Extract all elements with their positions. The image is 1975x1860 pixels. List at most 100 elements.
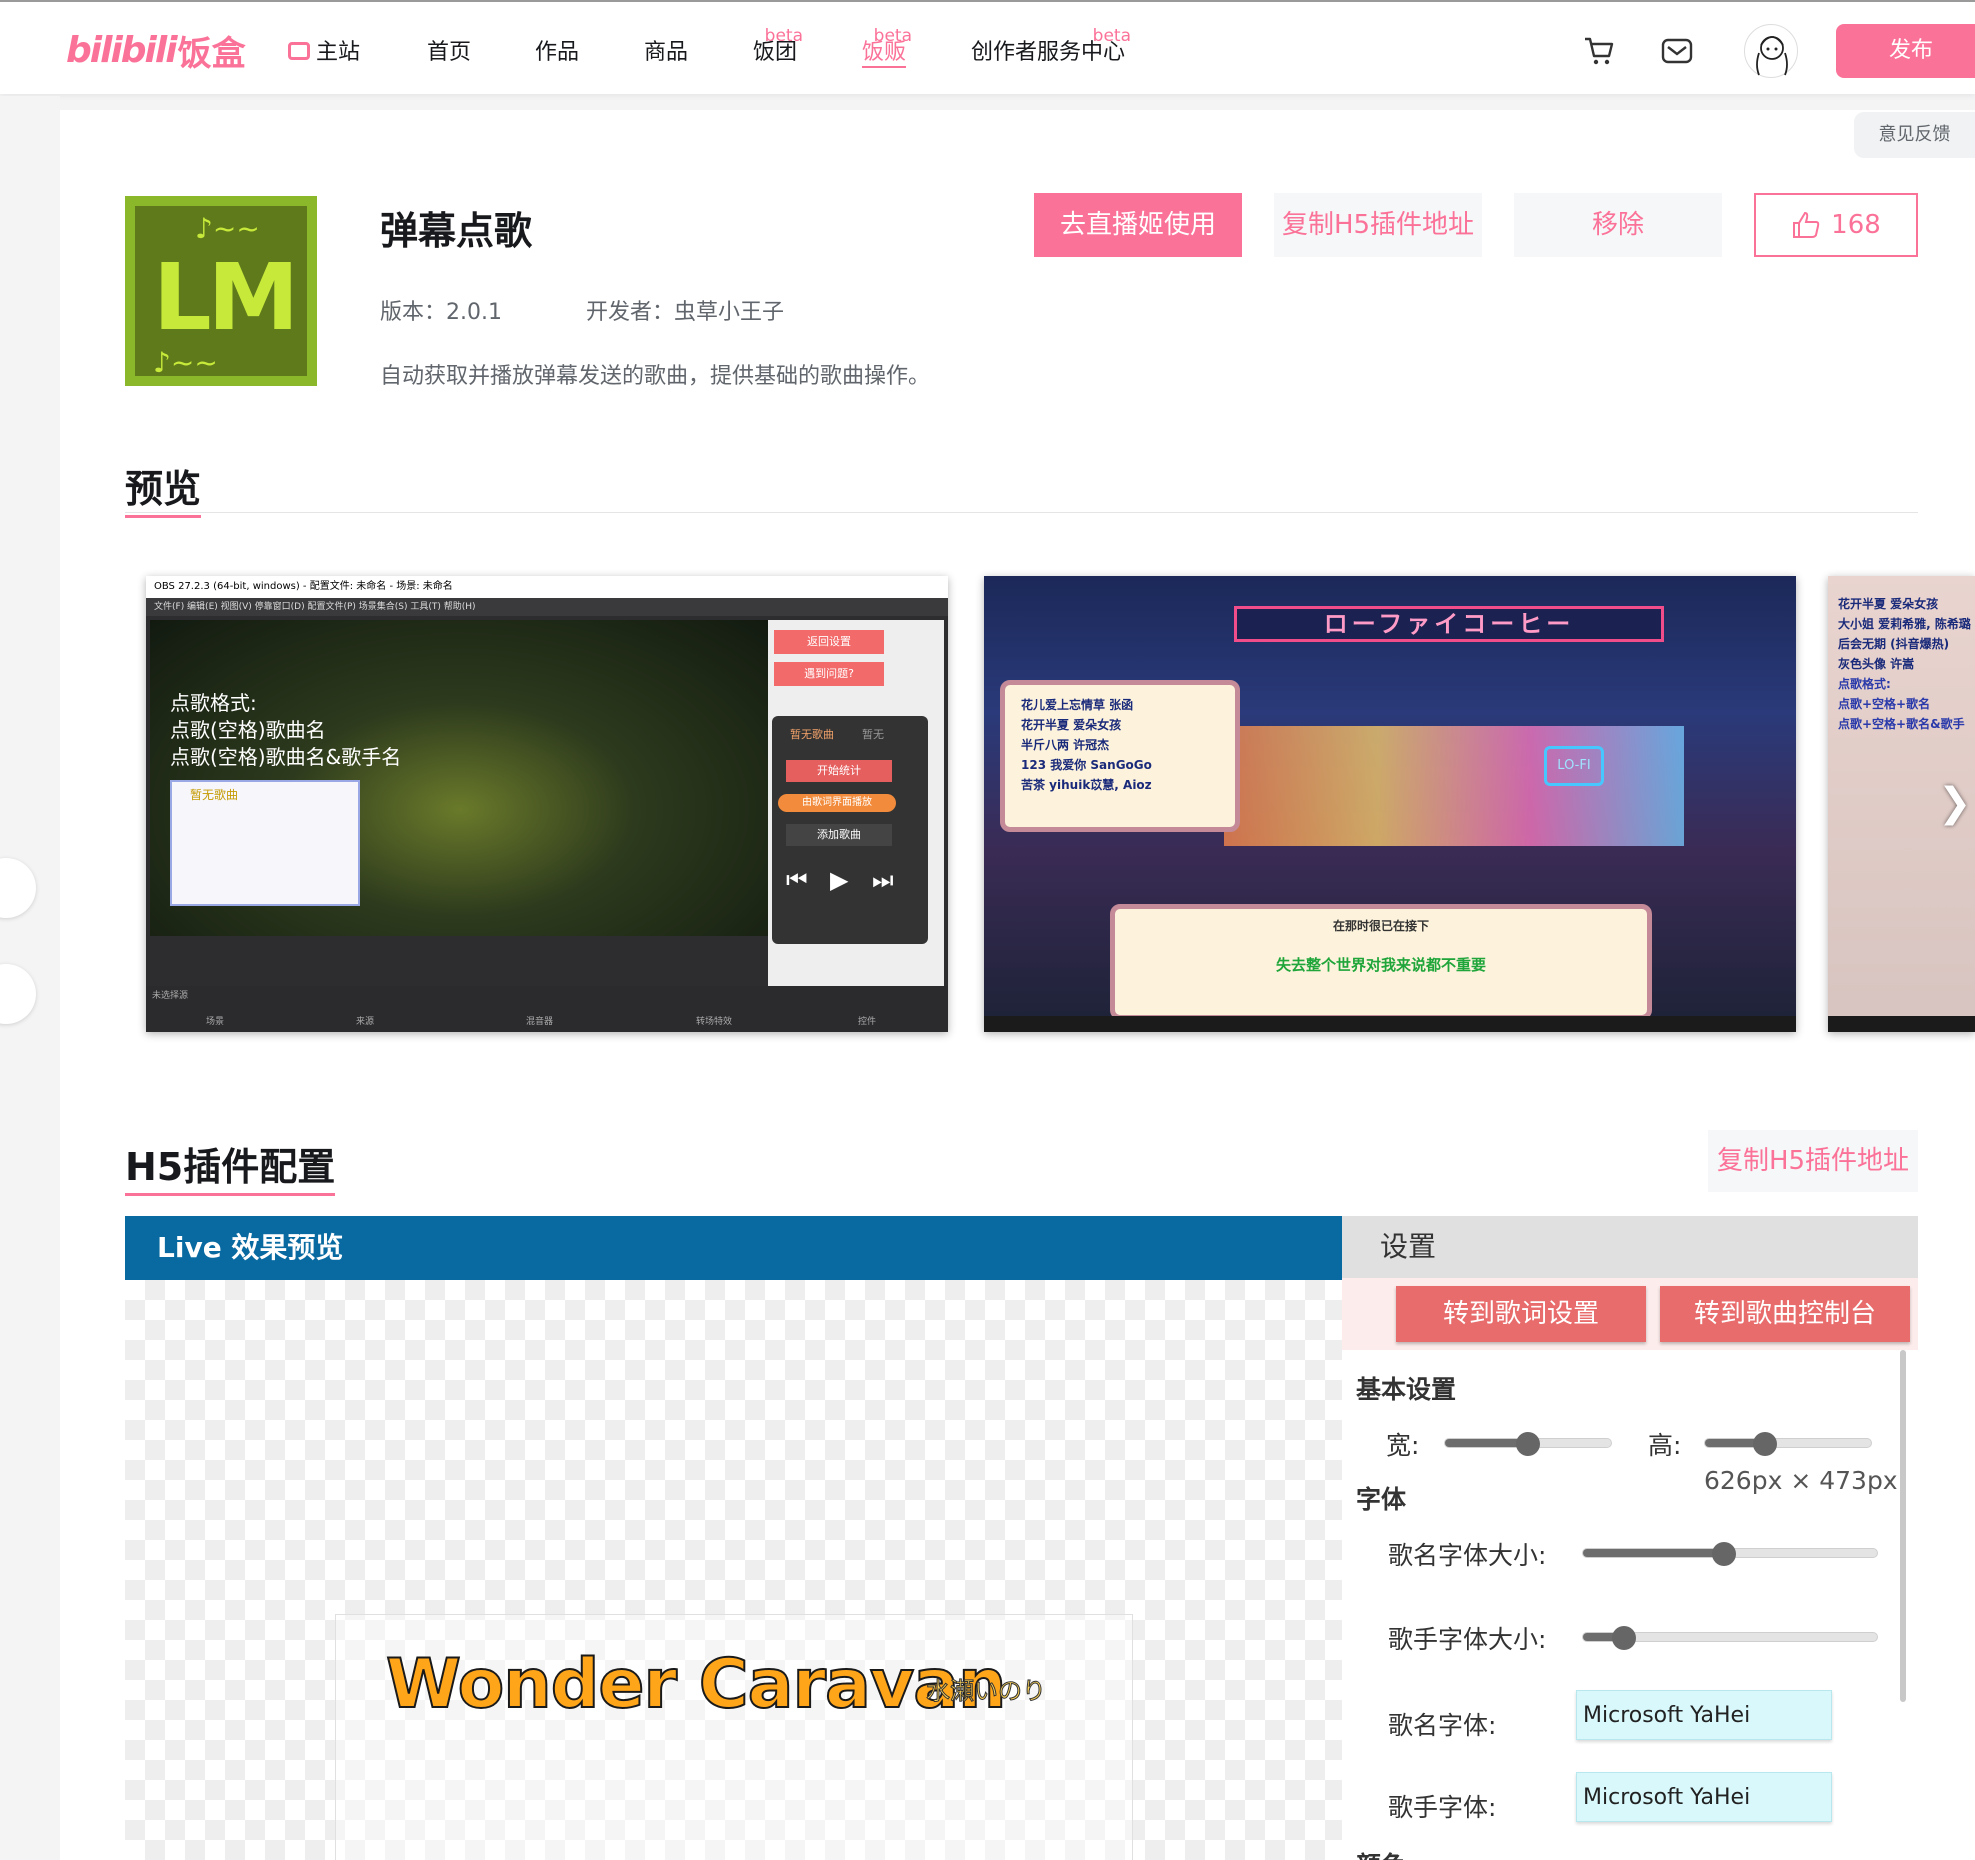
panel-button: 返回设置 [774,630,884,654]
feedback-button[interactable]: 意见反馈 [1854,112,1975,158]
beta-badge: beta [1092,26,1132,46]
windows-taskbar [1828,1016,1975,1032]
slider-knob[interactable] [1712,1542,1737,1566]
settings-panel: 设置 转到歌词设置 转到歌曲控制台 基本设置 宽: 高: 626px × 473… [1342,1216,1918,1860]
singer-font-label: 歌手字体: [1388,1793,1497,1822]
top-navbar: bilibili 饭盒 主站 首页 作品 商品 饭团 beta 饭贩 beta … [0,0,1975,94]
like-button[interactable]: 168 [1754,193,1918,257]
mail-icon[interactable] [1660,34,1694,68]
coffee-cup-icon: LO-FI [1544,746,1604,786]
windows-taskbar [984,1016,1796,1032]
bilibili-fanhe-logo[interactable]: bilibili 饭盒 [66,28,246,74]
remove-button[interactable]: 移除 [1514,193,1722,257]
nav-item-creator-center[interactable]: 创作者服务中心 beta [971,26,1131,68]
popup-text: 暂无歌曲 [190,788,239,802]
obs-dock-tab: 混音器 [526,1017,554,1027]
obs-dock-tab: 转场特效 [696,1017,733,1027]
avatar[interactable] [1744,24,1798,78]
panel-start-button: 开始统计 [786,760,892,782]
cafe-neon-sign: ローファイコーヒー [1234,606,1664,642]
divider [125,512,1918,513]
nav-item-works[interactable]: 作品 [535,38,579,68]
queue-item: 半斤八两 许冠杰 [1021,738,1110,752]
song-display-box: Wonder Caravan 水瀬いのり [335,1614,1133,1860]
plugin-description: 自动获取并播放弹幕发送的歌曲，提供基础的歌曲操作。 [380,364,931,389]
nav-item-fantuan[interactable]: 饭团 beta [753,26,803,68]
nav-item-goods[interactable]: 商品 [644,38,688,68]
color-heading: 颜色 [1356,1846,1406,1860]
goto-lyrics-settings-button[interactable]: 转到歌词设置 [1396,1286,1646,1342]
lyric-prev-line: 在那时很已在接下 [1332,919,1429,933]
queue-item: 花开半夏 爱朵女孩 [1021,718,1122,732]
obs-dock-tab: 控件 [858,1017,877,1027]
prev-icon: ⏮ [786,866,808,894]
cube-icon[interactable] [0,858,36,918]
singer-font-input[interactable]: Microsoft YaHei [1576,1772,1832,1822]
copy-h5-url-button[interactable]: 复制H5插件地址 [1274,193,1482,257]
song-font-label: 歌名字体: [1388,1711,1497,1740]
obs-dock-tab: 来源 [356,1017,375,1027]
width-slider[interactable] [1444,1432,1612,1456]
plugin-version: 版本：2.0.1 [380,300,502,325]
obs-no-source-label: 未选择源 [152,991,189,1001]
nav-item-home[interactable]: 首页 [427,38,471,68]
height-label: 高: [1648,1431,1682,1460]
obs-plugin-panel: 返回设置 遇到问题? 暂无歌曲 暂无 开始统计 由歌词界面播放 添加歌曲 ⏮ ▶… [768,620,944,986]
slider-knob[interactable] [1752,1432,1777,1456]
use-in-live-button[interactable]: 去直播姬使用 [1034,193,1242,257]
song-font-size-label: 歌名字体大小: [1388,1541,1547,1570]
basic-settings-heading: 基本设置 [1356,1375,1457,1404]
h5-config-section-title: H5插件配置 [125,1136,336,1196]
left-decoration [0,96,60,1860]
nav-item-fanfan[interactable]: 饭贩 beta [862,26,912,68]
settings-scrollbar[interactable] [1900,1350,1906,1702]
slider-knob[interactable] [1612,1626,1637,1650]
plugin-icon: ♪~~ LM ♪~~ [125,196,317,386]
page-root: bilibili 饭盒 主站 首页 作品 商品 饭团 beta 饭贩 beta … [0,0,1975,1860]
logo-fanhe-text: 饭盒 [177,33,246,74]
cart-icon[interactable] [1582,34,1616,68]
settings-header: 设置 [1342,1216,1918,1278]
obs-song-popup: 暂无歌曲 [170,780,360,906]
plugin-title: 弹幕点歌 [380,209,533,253]
preview-image-obs[interactable]: OBS 27.2.3 (64-bit, windows) - 配置文件: 未命名… [146,576,948,1032]
settings-body: 基本设置 宽: 高: 626px × 473px 字体 歌名字体大小: 歌手字体… [1342,1350,1918,1860]
lyric-overlay: 在那时很已在接下 失去整个世界对我来说都不重要 [1110,904,1652,1020]
overlay-line: 点歌格式: [170,691,257,715]
height-slider[interactable] [1704,1432,1872,1456]
song-queue-overlay: 花儿爱上忘情草 张函 花开半夏 爱朵女孩 半斤八两 许冠杰 123 我爱你 Sa… [1000,680,1240,832]
size-readout: 626px × 473px [1704,1466,1898,1495]
nav-item-main-site[interactable]: 主站 [288,38,360,68]
logo-bilibili-text: bilibili [66,29,178,71]
overlay-line: 大小姐 爱莉希雅, 陈希璐 [1838,617,1971,631]
singer-font-size-slider[interactable] [1582,1626,1878,1650]
preview-section-title: 预览 [125,458,202,518]
nav-item-label: 主站 [316,40,361,65]
copy-h5-url-link[interactable]: 复制H5插件地址 [1708,1130,1918,1192]
overlay-line: 点歌(空格)歌曲名&歌手名 [170,745,402,769]
slider-fill [1583,1549,1725,1557]
carousel-next-icon[interactable]: ❯ [1938,780,1972,826]
preview-image-cafe[interactable]: ローファイコーヒー LO-FI 花儿爱上忘情草 张函 花开半夏 爱朵女孩 半斤八… [984,576,1796,1032]
overlay-line: 灰色头像 许嵩 [1838,657,1915,671]
obs-scene-canvas: 点歌格式: 点歌(空格)歌曲名 点歌(空格)歌曲名&歌手名 暂无歌曲 [150,620,770,936]
panel-now-sub: 暂无 [862,728,884,741]
song-font-size-slider[interactable] [1582,1542,1878,1566]
plugin-icon-inner: ♪~~ LM ♪~~ [135,206,307,379]
settings-icon[interactable] [0,964,36,1024]
obs-menu-bar: 文件(F) 编辑(E) 视图(V) 停靠窗口(D) 配置文件(P) 场景集合(S… [146,598,948,616]
next-icon: ⏭ [872,866,894,894]
obs-dock-tab: 场景 [206,1017,225,1027]
goto-song-console-button[interactable]: 转到歌曲控制台 [1660,1286,1910,1342]
queue-item: 123 我爱你 SanGoGo [1021,758,1152,772]
panel-add-button: 添加歌曲 [786,824,892,846]
thumbs-up-icon [1793,211,1820,238]
plugin-icon-text: LM [153,244,299,351]
song-name-text: Wonder Caravan [385,1644,1008,1725]
song-font-input[interactable]: Microsoft YaHei [1576,1690,1832,1740]
nav-item-label: 作品 [535,40,580,65]
obs-window-title: OBS 27.2.3 (64-bit, windows) - 配置文件: 未命名… [146,576,948,598]
slider-knob[interactable] [1516,1432,1540,1456]
music-note-icon: ♪~~ [195,212,260,245]
publish-button[interactable]: 发布 [1836,24,1975,78]
